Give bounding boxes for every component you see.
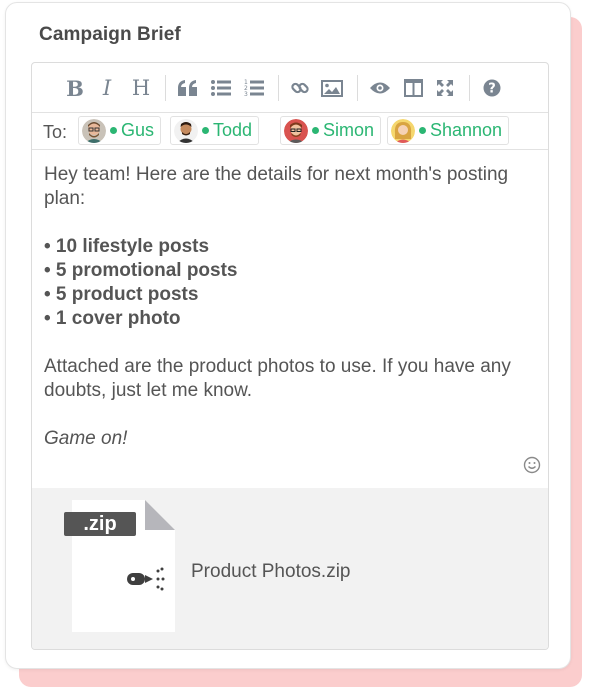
link-button[interactable]	[287, 75, 313, 101]
message-paragraph: Attached are the product photos to use. …	[44, 356, 511, 401]
smiley-icon	[523, 456, 541, 474]
bullet-list-icon	[211, 80, 231, 96]
bold-button[interactable]: B	[62, 75, 88, 101]
avatar	[284, 118, 308, 143]
image-button[interactable]	[319, 75, 345, 101]
emoji-button[interactable]	[523, 456, 541, 474]
attachment-file-name[interactable]: Product Photos.zip	[191, 561, 350, 583]
list-item: • 5 product posts	[44, 284, 199, 305]
italic-icon: I	[102, 76, 112, 100]
side-by-side-button[interactable]	[400, 75, 426, 101]
numbered-list-button[interactable]: 1 2 3	[241, 75, 267, 101]
attachment-area: .zip Product Photos.zip	[32, 488, 548, 649]
link-icon	[291, 82, 309, 94]
online-status-dot	[419, 127, 426, 134]
recipient-chip-gus[interactable]: Gus	[78, 116, 162, 145]
file-type-badge: .zip	[64, 512, 136, 536]
toolbar-divider	[357, 75, 358, 101]
fullscreen-button[interactable]	[432, 75, 458, 101]
quote-icon	[178, 80, 197, 96]
recipient-name: Gus	[121, 120, 155, 140]
image-icon	[321, 79, 343, 97]
help-button[interactable]: ?	[479, 75, 505, 101]
avatar	[391, 118, 415, 143]
message-body[interactable]: Hey team! Here are the details for next …	[44, 163, 534, 451]
quote-button[interactable]	[175, 75, 201, 101]
recipients-row: To: Gus Todd Simon Shannon	[32, 113, 548, 150]
posting-list: • 10 lifestyle posts • 5 promotional pos…	[44, 235, 534, 331]
online-status-dot	[312, 127, 319, 134]
side-by-side-icon	[403, 79, 423, 97]
campaign-brief-card: Campaign Brief B I H 1 2 3 ? To: Gus Tod…	[5, 2, 571, 669]
heading-button[interactable]: H	[128, 75, 154, 101]
list-item: • 1 cover photo	[44, 308, 181, 329]
recipient-chip-shannon[interactable]: Shannon	[387, 116, 510, 145]
toolbar-divider	[469, 75, 470, 101]
list-item: • 10 lifestyle posts	[44, 236, 210, 257]
message-signoff: Game on!	[44, 428, 128, 449]
svg-text:?: ?	[488, 82, 496, 97]
bold-icon: B	[66, 75, 84, 101]
to-label: To:	[43, 122, 68, 142]
svg-text:3: 3	[244, 91, 248, 97]
recipient-chip-todd[interactable]: Todd	[170, 116, 260, 145]
fullscreen-icon	[437, 80, 453, 96]
help-icon: ?	[483, 79, 501, 97]
message-editor[interactable]: B I H 1 2 3 ? To: Gus Todd Simon Shannon…	[31, 62, 549, 650]
recipient-chip-simon[interactable]: Simon	[280, 116, 382, 145]
online-status-dot	[202, 127, 209, 134]
preview-button[interactable]	[367, 75, 393, 101]
bullet-list-button[interactable]	[208, 75, 234, 101]
avatar	[82, 118, 106, 143]
preview-icon	[370, 82, 390, 94]
recipient-name: Simon	[323, 120, 375, 140]
recipient-name: Todd	[213, 120, 253, 140]
message-intro: Hey team! Here are the details for next …	[44, 164, 509, 209]
heading-icon: H	[131, 76, 151, 100]
toolbar-divider	[278, 75, 279, 101]
italic-button[interactable]: I	[94, 75, 120, 101]
card-title: Campaign Brief	[39, 24, 181, 45]
online-status-dot	[110, 127, 117, 134]
editor-toolbar: B I H 1 2 3 ?	[32, 63, 548, 113]
recipient-name: Shannon	[430, 120, 503, 140]
list-item: • 5 promotional posts	[44, 260, 238, 281]
toolbar-divider	[165, 75, 166, 101]
avatar	[174, 118, 198, 143]
numbered-list-icon: 1 2 3	[244, 79, 264, 97]
